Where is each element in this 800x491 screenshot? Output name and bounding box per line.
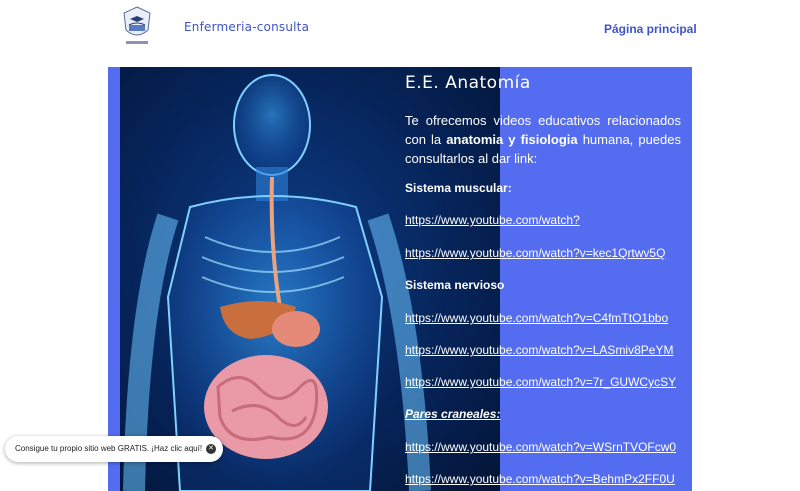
close-icon[interactable]: ✕ (206, 444, 216, 454)
site-logo[interactable] (112, 4, 162, 50)
nav-home-link[interactable]: Página principal (604, 22, 697, 36)
video-link[interactable]: https://www.youtube.com/watch?v=WSrnTVOF… (405, 440, 676, 454)
anatomy-panel: E.E. Anatomía Te ofrecemos videos educat… (108, 67, 692, 491)
promo-banner[interactable]: Consigue tu propio sitio web GRATIS. ¡Ha… (5, 436, 223, 462)
video-link[interactable]: https://www.youtube.com/watch?v=BehmPx2F… (405, 472, 675, 486)
section-label-nervous: Sistema nervioso (405, 278, 505, 292)
promo-text[interactable]: Consigue tu propio sitio web GRATIS. ¡Ha… (15, 444, 202, 453)
video-link[interactable]: https://www.youtube.com/watch?v=LASmiv8P… (405, 343, 673, 357)
site-header: Enfermeria-consulta Página principal (0, 0, 800, 62)
video-link[interactable]: https://www.youtube.com/watch?v=kec1Qrtw… (405, 246, 665, 260)
video-link[interactable]: https://www.youtube.com/watch?v=C4fmTtO1… (405, 311, 668, 325)
site-title[interactable]: Enfermeria-consulta (184, 20, 309, 34)
intro-text: Te ofrecemos videos educativos relaciona… (405, 113, 681, 166)
section-label-muscular: Sistema muscular: (405, 181, 512, 195)
video-link[interactable]: https://www.youtube.com/watch?v=7r_GUWCy… (405, 375, 676, 389)
section-label-cranial: Pares craneales: (405, 407, 501, 421)
video-link[interactable]: https://www.youtube.com/watch? (405, 213, 580, 227)
page-title: E.E. Anatomía (405, 73, 531, 93)
content-column: E.E. Anatomía Te ofrecemos videos educat… (405, 67, 681, 486)
intro-bold: anatomia y fisiologia (446, 132, 578, 147)
